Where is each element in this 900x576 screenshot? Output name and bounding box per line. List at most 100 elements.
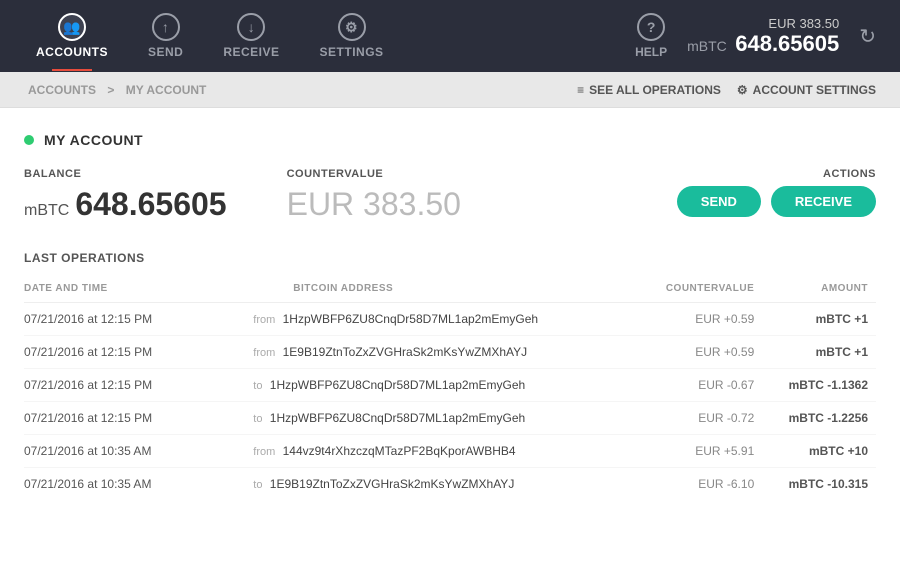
op-countervalue: EUR -0.72 (637, 402, 763, 435)
breadcrumb-current: MY ACCOUNT (126, 83, 207, 97)
table-row: 07/21/2016 at 12:15 PM to 1HzpWBFP6ZU8Cn… (24, 369, 876, 402)
account-settings-icon: ⚙ (737, 83, 748, 97)
receive-label: RECEIVE (223, 45, 279, 59)
op-address: from 144vz9t4rXhzczqMTazPF2BqKporAWBHB4 (245, 435, 636, 468)
settings-icon: ⚙ (338, 13, 366, 41)
account-settings-label: ACCOUNT SETTINGS (753, 83, 876, 97)
op-amount: mBTC -10.315 (762, 468, 876, 501)
countervalue-block: COUNTERVALUE EUR 383.50 (287, 168, 461, 223)
last-operations-section: LAST OPERATIONS DATE AND TIME BITCOIN AD… (24, 251, 876, 500)
receive-button[interactable]: RECEIVE (771, 186, 876, 217)
help-item[interactable]: ? HELP (615, 5, 687, 67)
col-countervalue: COUNTERVALUE (637, 279, 763, 303)
table-row: 07/21/2016 at 10:35 AM from 144vz9t4rXhz… (24, 435, 876, 468)
receive-icon: ↓ (237, 13, 265, 41)
accounts-icon: 👥 (58, 13, 86, 41)
help-icon: ? (637, 13, 665, 41)
nav-item-receive[interactable]: ↓ RECEIVE (203, 5, 299, 67)
op-address: to 1HzpWBFP6ZU8CnqDr58D7ML1ap2mEmyGeh (245, 402, 636, 435)
account-settings-button[interactable]: ⚙ ACCOUNT SETTINGS (737, 83, 876, 97)
nav-balance-area: EUR 383.50 mBTC 648.65605 (687, 16, 839, 57)
op-btc-address[interactable]: 1HzpWBFP6ZU8CnqDr58D7ML1ap2mEmyGeh (270, 411, 525, 425)
accounts-label: ACCOUNTS (36, 45, 108, 59)
op-direction: from (253, 446, 275, 458)
op-direction: to (253, 380, 262, 392)
op-date: 07/21/2016 at 12:15 PM (24, 369, 245, 402)
table-row: 07/21/2016 at 12:15 PM to 1HzpWBFP6ZU8Cn… (24, 402, 876, 435)
op-btc-address[interactable]: 144vz9t4rXhzczqMTazPF2BqKporAWBHB4 (283, 444, 516, 458)
op-direction: from (253, 314, 275, 326)
op-btc-address[interactable]: 1HzpWBFP6ZU8CnqDr58D7ML1ap2mEmyGeh (283, 312, 538, 326)
see-all-label: SEE ALL OPERATIONS (589, 83, 721, 97)
send-button[interactable]: SEND (677, 186, 761, 217)
balance-currency: mBTC (24, 202, 69, 220)
col-amount: AMOUNT (762, 279, 876, 303)
top-nav: 👥 ACCOUNTS ↑ SEND ↓ RECEIVE ⚙ SETTINGS ?… (0, 0, 900, 72)
nav-item-settings[interactable]: ⚙ SETTINGS (300, 5, 404, 67)
op-address: to 1E9B19ZtnToZxZVGHraSk2mKsYwZMXhAYJ (245, 468, 636, 501)
nav-items: 👥 ACCOUNTS ↑ SEND ↓ RECEIVE ⚙ SETTINGS (16, 5, 615, 67)
balance-section: BALANCE mBTC 648.65605 COUNTERVALUE EUR … (24, 168, 876, 223)
nav-right: EUR 383.50 mBTC 648.65605 ↻ (687, 16, 884, 57)
op-btc-address[interactable]: 1HzpWBFP6ZU8CnqDr58D7ML1ap2mEmyGeh (270, 378, 525, 392)
op-address: to 1HzpWBFP6ZU8CnqDr58D7ML1ap2mEmyGeh (245, 369, 636, 402)
op-amount: mBTC +1 (762, 303, 876, 336)
op-amount: mBTC -1.2256 (762, 402, 876, 435)
main-content: MY ACCOUNT BALANCE mBTC 648.65605 COUNTE… (0, 108, 900, 576)
op-amount: mBTC +1 (762, 336, 876, 369)
table-row: 07/21/2016 at 12:15 PM from 1HzpWBFP6ZU8… (24, 303, 876, 336)
table-row: 07/21/2016 at 12:15 PM from 1E9B19ZtnToZ… (24, 336, 876, 369)
table-row: 07/21/2016 at 10:35 AM to 1E9B19ZtnToZxZ… (24, 468, 876, 501)
nav-item-send[interactable]: ↑ SEND (128, 5, 203, 67)
op-countervalue: EUR -6.10 (637, 468, 763, 501)
refresh-button[interactable]: ↻ (851, 16, 884, 57)
balance-value: mBTC 648.65605 (24, 186, 227, 223)
nav-eur-balance: EUR 383.50 (687, 16, 839, 31)
see-all-operations-button[interactable]: ≡ SEE ALL OPERATIONS (577, 83, 721, 97)
help-label: HELP (635, 45, 667, 59)
op-amount: mBTC +10 (762, 435, 876, 468)
op-date: 07/21/2016 at 12:15 PM (24, 402, 245, 435)
op-countervalue: EUR +5.91 (637, 435, 763, 468)
nav-btc-currency: mBTC (687, 38, 727, 54)
op-btc-address[interactable]: 1E9B19ZtnToZxZVGHraSk2mKsYwZMXhAYJ (283, 345, 528, 359)
breadcrumb-actions: ≡ SEE ALL OPERATIONS ⚙ ACCOUNT SETTINGS (577, 83, 876, 97)
balance-label: BALANCE (24, 168, 227, 180)
operations-table: DATE AND TIME BITCOIN ADDRESS COUNTERVAL… (24, 279, 876, 500)
op-amount: mBTC -1.1362 (762, 369, 876, 402)
account-status-dot (24, 135, 34, 145)
op-direction: from (253, 347, 275, 359)
see-all-icon: ≡ (577, 83, 584, 97)
nav-btc-balance: mBTC 648.65605 (687, 31, 839, 57)
op-date: 07/21/2016 at 12:15 PM (24, 336, 245, 369)
countervalue-label: COUNTERVALUE (287, 168, 461, 180)
col-date: DATE AND TIME (24, 279, 245, 303)
actions-label: ACTIONS (823, 168, 876, 180)
ops-title: LAST OPERATIONS (24, 251, 876, 265)
send-icon: ↑ (152, 13, 180, 41)
op-address: from 1E9B19ZtnToZxZVGHraSk2mKsYwZMXhAYJ (245, 336, 636, 369)
op-countervalue: EUR +0.59 (637, 336, 763, 369)
breadcrumb-root[interactable]: ACCOUNTS (28, 83, 96, 97)
account-title: MY ACCOUNT (44, 132, 143, 148)
op-address: from 1HzpWBFP6ZU8CnqDr58D7ML1ap2mEmyGeh (245, 303, 636, 336)
balance-amount: 648.65605 (75, 186, 226, 223)
nav-btc-amount: 648.65605 (735, 31, 839, 56)
nav-item-accounts[interactable]: 👥 ACCOUNTS (16, 5, 128, 67)
op-date: 07/21/2016 at 12:15 PM (24, 303, 245, 336)
op-countervalue: EUR +0.59 (637, 303, 763, 336)
op-btc-address[interactable]: 1E9B19ZtnToZxZVGHraSk2mKsYwZMXhAYJ (270, 477, 515, 491)
settings-label: SETTINGS (320, 45, 384, 59)
actions-buttons: SEND RECEIVE (677, 186, 876, 217)
op-direction: to (253, 413, 262, 425)
breadcrumb-separator: > (107, 83, 114, 97)
op-date: 07/21/2016 at 10:35 AM (24, 435, 245, 468)
breadcrumb-bar: ACCOUNTS > MY ACCOUNT ≡ SEE ALL OPERATIO… (0, 72, 900, 108)
balance-block: BALANCE mBTC 648.65605 (24, 168, 227, 223)
op-date: 07/21/2016 at 10:35 AM (24, 468, 245, 501)
col-address: BITCOIN ADDRESS (245, 279, 636, 303)
account-header: MY ACCOUNT (24, 132, 876, 148)
breadcrumb: ACCOUNTS > MY ACCOUNT (24, 83, 210, 97)
actions-block: ACTIONS SEND RECEIVE (677, 168, 876, 217)
op-countervalue: EUR -0.67 (637, 369, 763, 402)
